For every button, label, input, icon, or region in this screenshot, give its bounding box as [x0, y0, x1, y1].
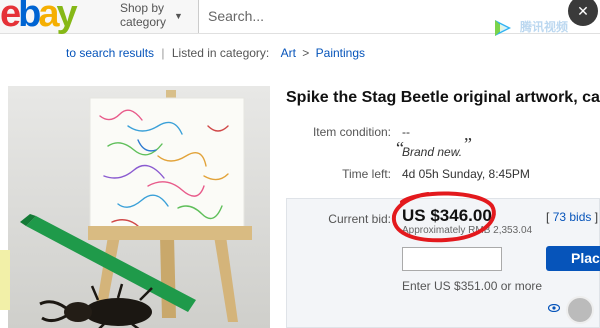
- bid-amount-input[interactable]: [402, 247, 502, 271]
- listed-label: Listed in category:: [171, 46, 270, 60]
- logo-letter: e: [0, 0, 21, 35]
- product-image[interactable]: [8, 86, 270, 328]
- ebay-logo[interactable]: ebay: [0, 0, 78, 35]
- breadcrumb-art-link[interactable]: Art: [281, 46, 296, 60]
- logo-letter: b: [18, 0, 41, 35]
- bids-bracket-open: [: [546, 210, 550, 224]
- condition-value: --: [402, 125, 410, 139]
- place-bid-button[interactable]: Plac: [546, 246, 600, 271]
- breadcrumb-separator: >: [302, 46, 310, 60]
- breadcrumb: to search results | Listed in category: …: [66, 46, 366, 60]
- shop-by-category-button[interactable]: Shop by category ▼: [120, 1, 183, 29]
- listing-title: Spike the Stag Beetle original artwork, …: [286, 89, 600, 106]
- bids-bracket-close: ]: [594, 210, 599, 224]
- quote-close: ”: [464, 134, 472, 154]
- logo-letter: a: [38, 0, 59, 35]
- annotation-circle: [391, 191, 496, 243]
- time-left-label: Time left:: [342, 167, 391, 181]
- eye-icon[interactable]: [548, 304, 560, 312]
- enter-amount-hint: Enter US $351.00 or more: [402, 279, 543, 293]
- back-to-results-link[interactable]: to search results: [66, 46, 154, 60]
- shop-by-label: Shop by: [120, 1, 165, 15]
- condition-label: Item condition:: [312, 125, 391, 139]
- product-photo: [20, 90, 252, 328]
- chevron-down-icon: ▼: [174, 11, 183, 21]
- condition-description: Brand new.: [402, 145, 463, 159]
- category-label: category: [120, 15, 167, 29]
- video-logo-icon: [495, 20, 511, 36]
- breadcrumb-paintings-link[interactable]: Paintings: [316, 46, 365, 60]
- bid-history-link[interactable]: 73 bids: [553, 210, 592, 224]
- video-watermark: 腾讯视频: [520, 20, 569, 34]
- current-bid-label: Current bid:: [328, 212, 391, 226]
- time-left-value: 4d 05h Sunday, 8:45PM: [402, 167, 530, 181]
- search-placeholder: Search...: [208, 8, 265, 24]
- avatar: [566, 296, 594, 324]
- bid-count: [ 73 bids ]: [546, 210, 598, 224]
- logo-letter: y: [56, 0, 78, 35]
- yellow-edge: [0, 250, 10, 310]
